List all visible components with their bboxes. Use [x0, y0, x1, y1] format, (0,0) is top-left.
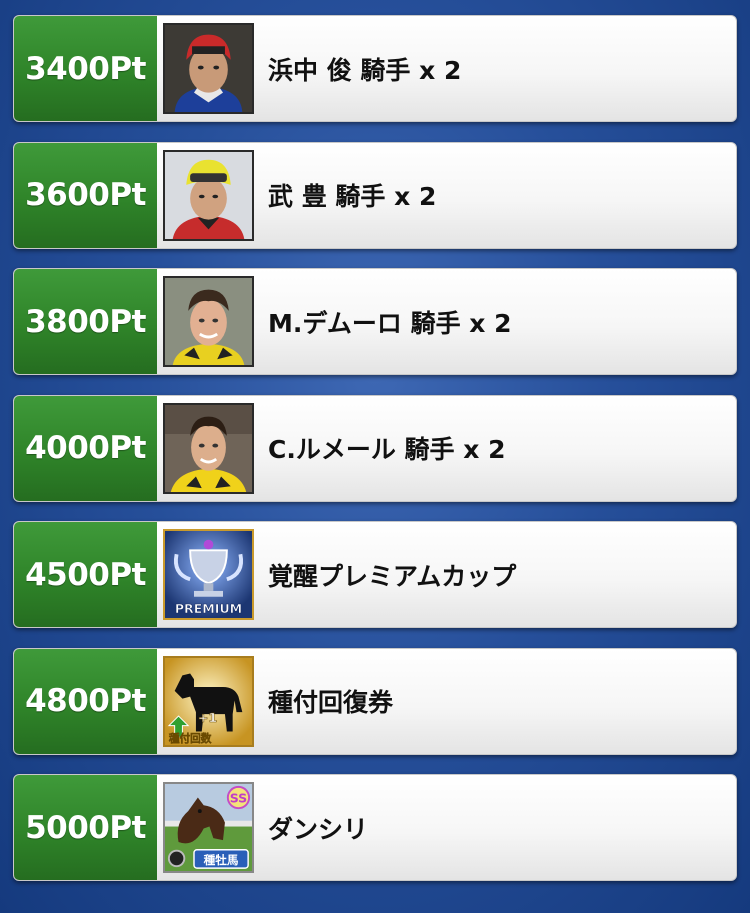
horse-silhouette-icon: +1 種付回数 — [163, 655, 254, 747]
jockey-portrait-icon — [163, 402, 254, 494]
reward-row: 5000Pt SS 種牡馬 ダンシリ — [13, 774, 737, 881]
jockey-portrait-icon — [163, 23, 254, 114]
reward-label: M.デムーロ 騎手 x 2 — [268, 308, 512, 338]
reward-row: 3600Pt 武 豊 騎手 x 2 — [13, 141, 737, 249]
premium-cup-icon: PREMIUM — [163, 529, 254, 620]
reward-points: 3600Pt — [14, 142, 157, 248]
plus-one-badge: +1 — [198, 709, 217, 724]
reward-row: 4500Pt PREMIUM 覚醒プレミアムカップ — [13, 521, 737, 628]
reward-points: 4000Pt — [14, 395, 157, 501]
reward-label: 種付回復券 — [268, 688, 394, 717]
reward-row: 3800Pt M.デムーロ 騎手 x 2 — [13, 268, 737, 375]
reward-label: 武 豊 騎手 x 2 — [268, 182, 437, 211]
premium-badge: PREMIUM — [175, 601, 242, 616]
horse-portrait-icon: SS 種牡馬 — [163, 782, 254, 873]
reward-list: 3400Pt 浜中 俊 騎手 x 2 3600Pt 武 豊 騎手 x 2 380… — [13, 15, 737, 901]
reward-points: 4500Pt — [14, 522, 157, 627]
reward-label: 覚醒プレミアムカップ — [268, 561, 517, 591]
reward-label: C.ルメール 騎手 x 2 — [268, 435, 506, 464]
reward-points: 4800Pt — [14, 648, 157, 754]
jockey-portrait-icon — [163, 149, 254, 241]
stallion-badge: 種牡馬 — [204, 853, 239, 867]
reward-label: ダンシリ — [268, 814, 369, 844]
rank-badge: SS — [230, 790, 248, 805]
reward-row: 3400Pt 浜中 俊 騎手 x 2 — [13, 15, 737, 122]
reward-points: 5000Pt — [14, 775, 157, 880]
reward-points: 3800Pt — [14, 269, 157, 374]
reward-row: 4800Pt +1 種付回数 種付回復券 — [13, 647, 737, 755]
reward-points: 3400Pt — [14, 16, 157, 121]
reward-row: 4000Pt C.ルメール 騎手 x 2 — [13, 394, 737, 502]
jockey-portrait-icon — [163, 276, 254, 367]
reward-label: 浜中 俊 騎手 x 2 — [268, 55, 462, 85]
breeding-count-badge: 種付回数 — [169, 732, 212, 745]
